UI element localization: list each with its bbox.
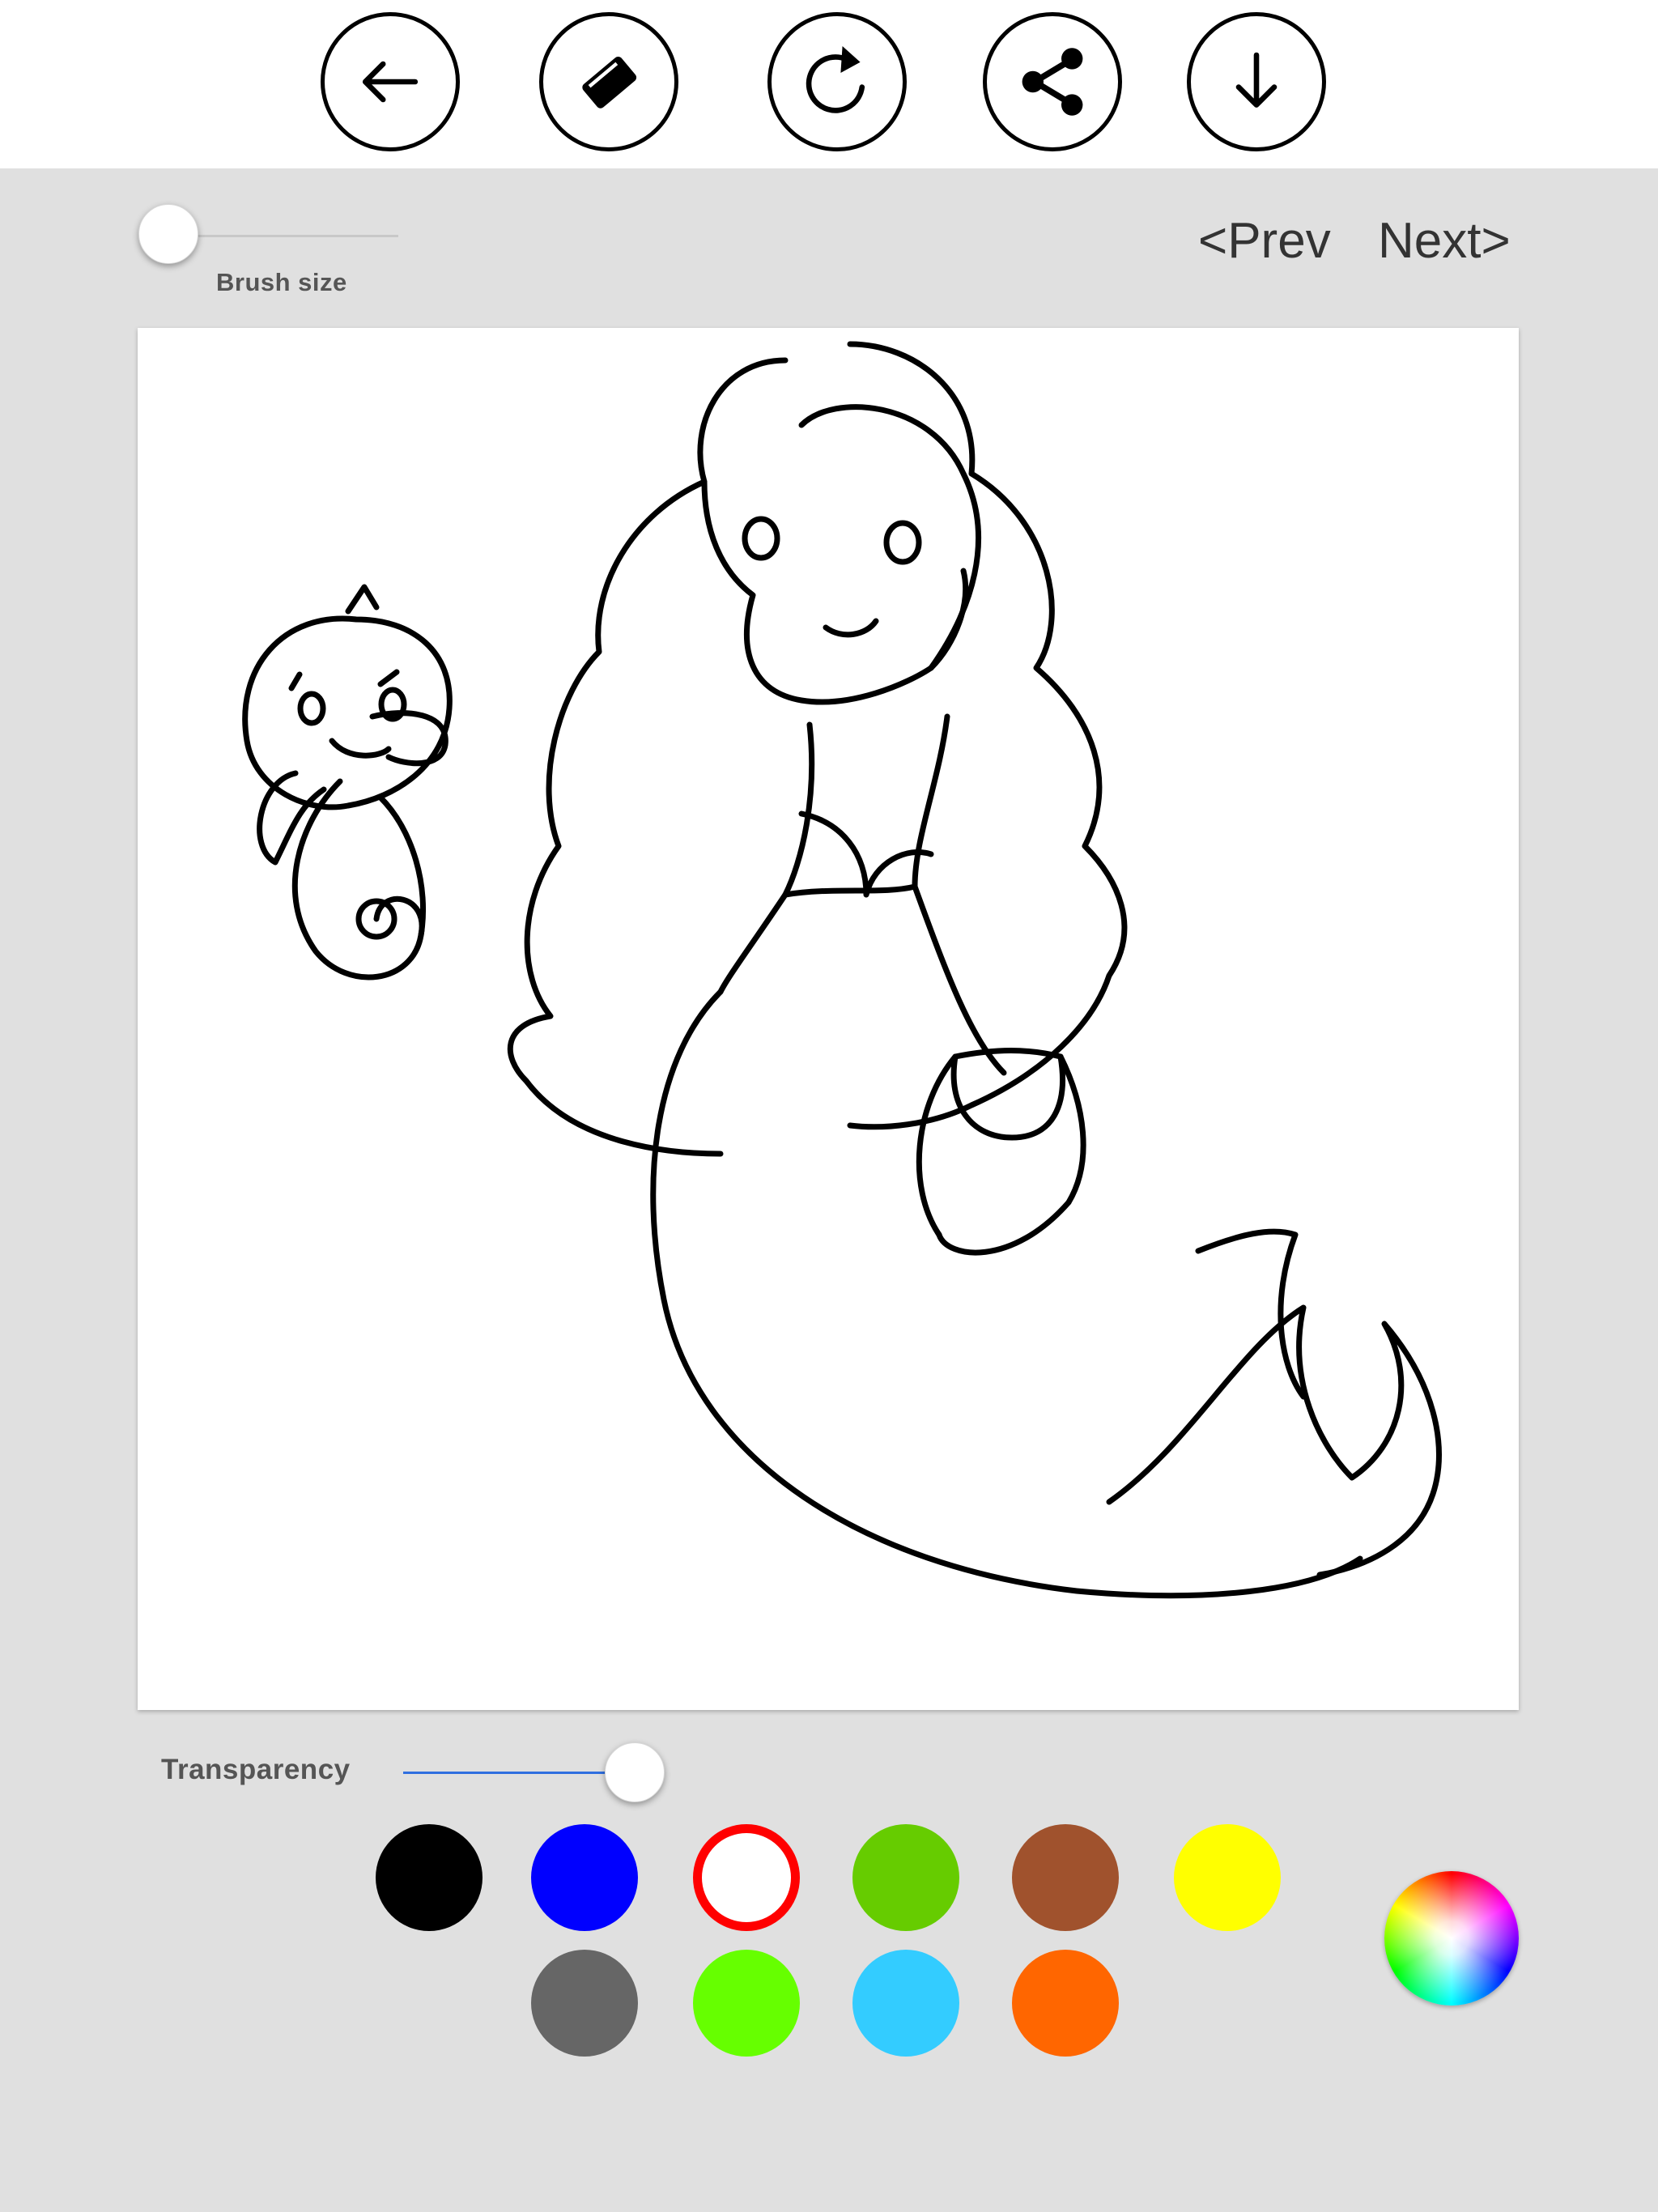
transparency-knob[interactable] (605, 1742, 665, 1802)
arrow-left-icon (362, 61, 419, 103)
color-swatch-yellow[interactable] (1174, 1824, 1281, 1931)
mermaid-illustration (242, 341, 1442, 1599)
prev-link[interactable]: <Prev (1198, 212, 1331, 270)
brush-size-slider[interactable] (168, 235, 398, 237)
seahorse-figure (242, 584, 453, 981)
download-button[interactable] (1187, 12, 1326, 151)
color-swatch-orange[interactable] (1012, 1950, 1119, 2057)
back-button[interactable] (321, 12, 460, 151)
transparency-slider[interactable] (403, 1772, 635, 1774)
redo-button[interactable] (767, 12, 907, 151)
color-swatch-white-selected[interactable] (693, 1824, 800, 1931)
color-swatch-sky-blue[interactable] (852, 1950, 959, 2057)
brush-size-label: Brush size (216, 268, 347, 296)
download-icon (1235, 52, 1278, 108)
color-swatch-blue[interactable] (531, 1824, 638, 1931)
share-button[interactable] (983, 12, 1122, 151)
eraser-button[interactable] (539, 12, 678, 151)
next-link[interactable]: Next> (1378, 212, 1511, 270)
drawing-canvas[interactable] (138, 328, 1519, 1710)
color-swatch-green[interactable] (852, 1824, 959, 1931)
top-toolbar (0, 0, 1658, 168)
eraser-icon (582, 56, 637, 108)
transparency-label: Transparency (161, 1754, 351, 1785)
color-swatch-brown[interactable] (1012, 1824, 1119, 1931)
share-icon (1022, 48, 1083, 116)
color-swatch-lime[interactable] (693, 1950, 800, 2057)
mermaid-figure (507, 341, 1442, 1599)
redo-icon (806, 46, 865, 113)
color-swatch-gray[interactable] (531, 1950, 638, 2057)
brush-size-knob[interactable] (138, 204, 198, 264)
color-swatch-black[interactable] (376, 1824, 483, 1931)
color-wheel-icon[interactable] (1384, 1871, 1519, 2006)
